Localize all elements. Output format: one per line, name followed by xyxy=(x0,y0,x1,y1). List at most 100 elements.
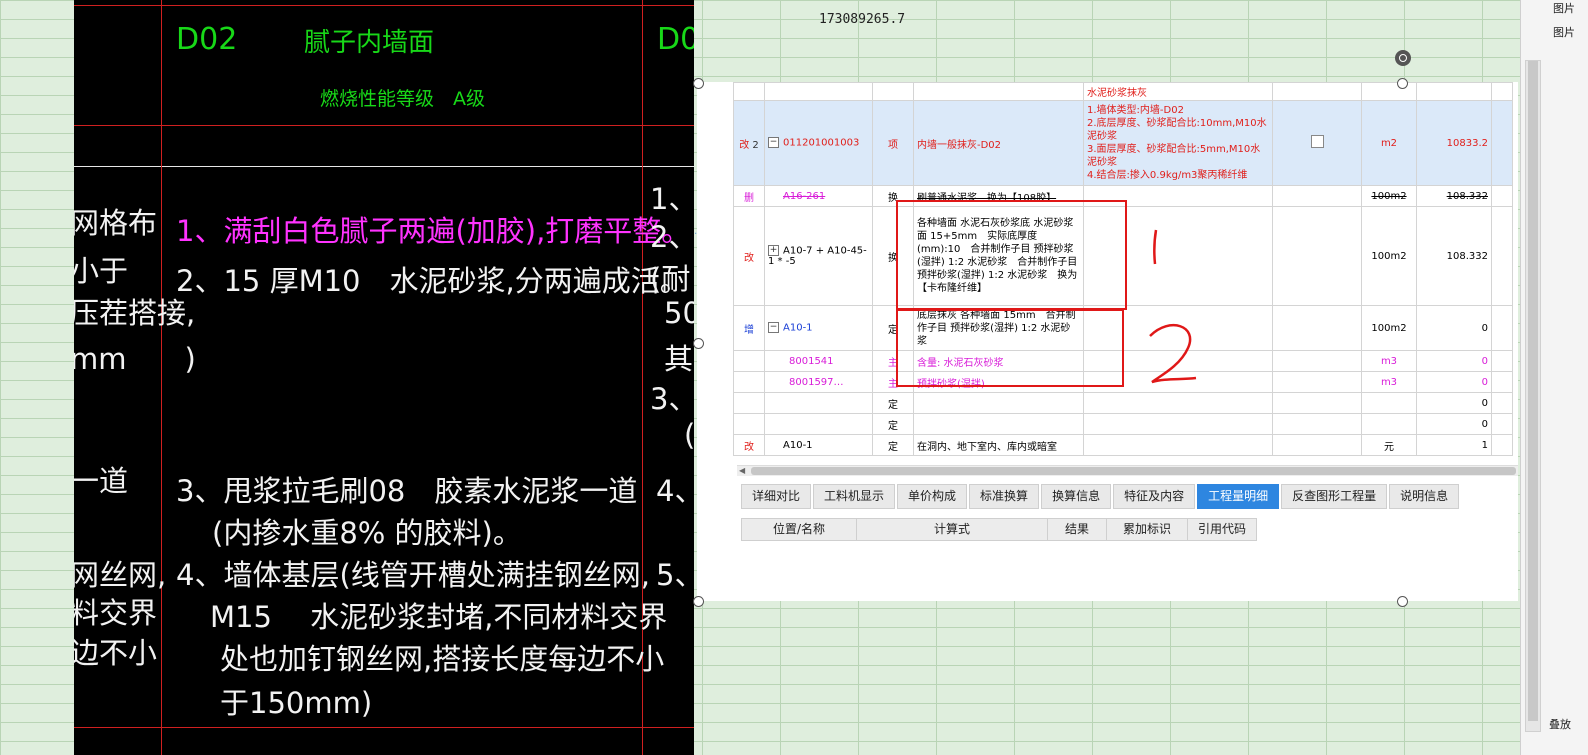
row-quantity: 108.332 xyxy=(1416,206,1492,306)
row-code: A16-261 xyxy=(764,185,873,207)
scrollbar-thumb[interactable] xyxy=(1528,61,1538,721)
collapse-icon[interactable]: − xyxy=(768,322,779,334)
row-quantity: 0 xyxy=(1416,350,1492,372)
cad-code: D02 xyxy=(176,22,238,57)
table-row[interactable]: 改 2 −011201001003 项 内墙一般抹灰-D02 1.墙体类型:内墙… xyxy=(733,100,1513,186)
cad-left-text: mm ) xyxy=(74,342,196,376)
column-header[interactable]: 累加标识 xyxy=(1106,518,1188,541)
annotation-box xyxy=(896,200,1127,310)
scrollbar-thumb[interactable] xyxy=(751,467,1516,475)
row-unit: 100m2 xyxy=(1361,305,1417,351)
cad-left-text: 边不小 xyxy=(74,636,158,670)
tab-reverse-check[interactable]: 反查图形工程量 xyxy=(1281,484,1388,509)
resize-handle[interactable] xyxy=(693,78,704,89)
cad-right-text: 3、 xyxy=(650,382,694,416)
cad-right-text: 4、 xyxy=(656,474,694,508)
annotation-marks xyxy=(1149,229,1197,384)
row-quantity: 0 xyxy=(1416,413,1492,435)
table-row[interactable]: 改 A10-1 定 在洞内、地下室内、库内或暗室 元 1 xyxy=(733,434,1513,456)
cad-spec-line: 于150mm) xyxy=(220,686,373,720)
cad-line xyxy=(74,125,694,126)
feature-partial: 水泥砂浆抹灰 xyxy=(1083,82,1273,101)
annotation-box xyxy=(896,309,1124,387)
panel-item[interactable]: 图片 xyxy=(1553,0,1575,16)
row-quantity: 0 xyxy=(1416,392,1492,414)
horizontal-scrollbar[interactable]: ◀ xyxy=(737,465,1518,476)
table-row[interactable]: 水泥砂浆抹灰 xyxy=(733,82,1513,101)
tab-quantity-detail[interactable]: 工程量明细 xyxy=(1197,484,1280,509)
row-unit: 100m2 xyxy=(1361,185,1417,207)
row-quantity: 1 xyxy=(1416,434,1492,456)
vertical-scrollbar[interactable] xyxy=(1525,60,1541,732)
cad-spec-line: (内掺水重8% 的胶料)。 xyxy=(212,516,522,550)
scroll-left-icon[interactable]: ◀ xyxy=(739,466,745,475)
table-row[interactable]: 定 0 xyxy=(733,413,1513,435)
cad-left-text: 一道 xyxy=(74,464,129,498)
row-unit: m3 xyxy=(1361,350,1417,372)
bottom-tabs: 详细对比 工料机显示 单价构成 标准换算 换算信息 特征及内容 工程量明细 反查… xyxy=(741,484,1461,509)
row-category: 项 xyxy=(872,100,914,186)
row-name: 在洞内、地下室内、库内或暗室 xyxy=(913,434,1084,456)
rotate-icon[interactable] xyxy=(1395,50,1411,66)
cad-line xyxy=(74,166,694,167)
row-mark: 改 xyxy=(733,206,765,306)
cad-spec-line: 1、满刮白色腻子两遍(加胶),打磨平整。 xyxy=(176,214,691,248)
row-category: 定 xyxy=(872,434,914,456)
cad-left-text: 网格布 xyxy=(74,206,158,240)
row-category: 定 xyxy=(872,392,914,414)
cad-drawing: D02 腻子内墙面 燃烧性能等级 A级 D02 网格布 小于 压茬搭接, mm … xyxy=(74,0,694,755)
resize-handle[interactable] xyxy=(693,596,704,607)
tab-labor-material[interactable]: 工料机显示 xyxy=(813,484,896,509)
row-name: 内墙一般抹灰-D02 xyxy=(913,100,1084,186)
annotation-number-1 xyxy=(1153,229,1158,265)
expand-icon[interactable]: + xyxy=(768,244,779,256)
table-row[interactable]: 定 0 xyxy=(733,392,1513,414)
tab-features[interactable]: 特征及内容 xyxy=(1113,484,1196,509)
column-header[interactable]: 结果 xyxy=(1047,518,1107,541)
row-feature: 1.墙体类型:内墙-D02 2.底层厚度、砂浆配合比:10mm,M10水泥砂浆 … xyxy=(1083,100,1273,186)
cad-spec-line: 4、墙体基层(线管开槽处满挂钢丝网, xyxy=(176,558,650,592)
row-code: 011201001003 xyxy=(783,137,860,149)
panel-bottom-label[interactable]: 叠放 xyxy=(1549,716,1571,732)
resize-handle[interactable] xyxy=(1397,78,1408,89)
row-unit: m2 xyxy=(1361,100,1417,186)
cad-left-text: 网丝网, xyxy=(74,558,167,592)
cad-left-text: 料交界 xyxy=(74,596,158,630)
resize-handle[interactable] xyxy=(1397,596,1408,607)
row-checkbox[interactable] xyxy=(1310,135,1324,148)
collapse-icon[interactable]: − xyxy=(768,137,779,149)
row-code: 8001597… xyxy=(764,371,873,393)
row-code: A10-7 + A10-45-1 * -5 xyxy=(768,245,867,268)
row-code: A10-1 xyxy=(783,322,813,334)
row-quantity: 0 xyxy=(1416,305,1492,351)
cad-right-text: 50 xyxy=(664,296,694,330)
resize-handle[interactable] xyxy=(693,338,704,349)
cad-code-right: D02 xyxy=(657,22,694,57)
cad-line xyxy=(74,5,694,6)
row-code: A10-1 xyxy=(764,434,873,456)
row-mark: 增 xyxy=(733,305,765,351)
tab-description[interactable]: 说明信息 xyxy=(1389,484,1460,509)
row-number: 2 xyxy=(752,139,759,151)
cell-value[interactable]: 173089265.7 xyxy=(819,12,905,27)
row-quantity: 10833.2 xyxy=(1416,100,1492,186)
column-header[interactable]: 引用代码 xyxy=(1187,518,1257,541)
cad-right-text: 5、 xyxy=(656,558,694,592)
row-quantity: 108.332 xyxy=(1416,185,1492,207)
cad-spec-line: 3、甩浆拉毛刷08 胶素水泥浆一道 xyxy=(176,474,638,508)
cad-title: 腻子内墙面 xyxy=(304,28,435,58)
cad-right-text: 其 xyxy=(664,342,694,376)
row-unit: 100m2 xyxy=(1361,206,1417,306)
cad-right-text: ( xyxy=(684,418,694,452)
cad-right-text: (耐 xyxy=(650,262,691,296)
column-header[interactable]: 计算式 xyxy=(856,518,1048,541)
tab-standard-conversion[interactable]: 标准换算 xyxy=(969,484,1040,509)
tab-unit-price[interactable]: 单价构成 xyxy=(897,484,968,509)
panel-item[interactable]: 图片 xyxy=(1553,24,1575,40)
cad-line xyxy=(74,727,694,728)
column-header[interactable]: 位置/名称 xyxy=(741,518,857,541)
detail-table-header: 位置/名称 计算式 结果 累加标识 引用代码 xyxy=(741,518,1257,541)
tab-detail-compare[interactable]: 详细对比 xyxy=(741,484,812,509)
tab-conversion-info[interactable]: 换算信息 xyxy=(1041,484,1112,509)
cad-fire-rating: 燃烧性能等级 A级 xyxy=(320,88,485,110)
